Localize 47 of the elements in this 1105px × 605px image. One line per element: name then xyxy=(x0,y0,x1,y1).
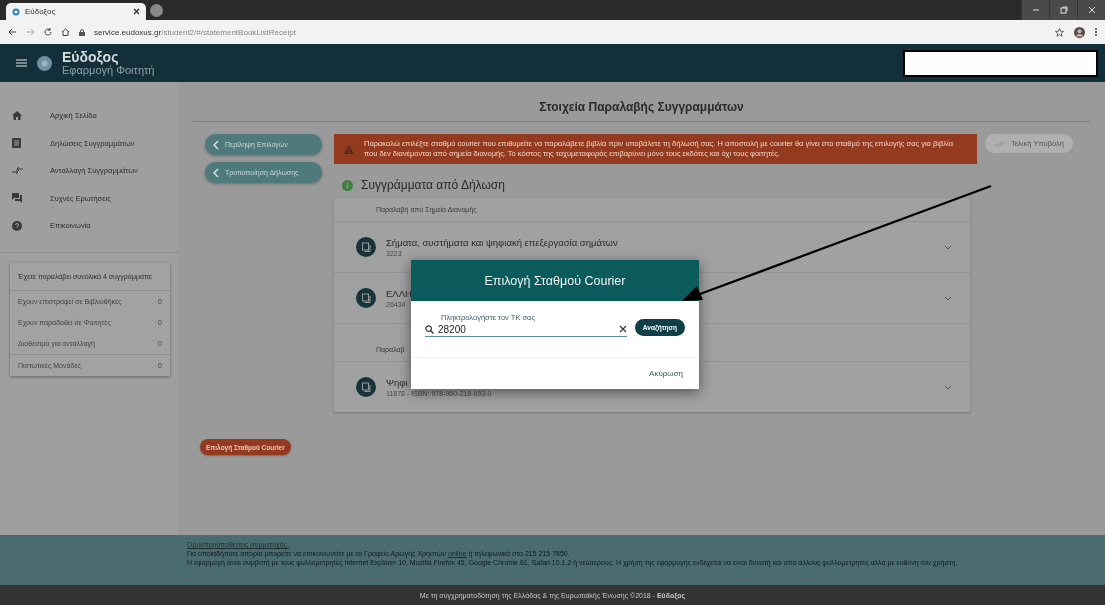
star-icon[interactable] xyxy=(1055,27,1064,37)
book-icon xyxy=(356,237,376,257)
postal-code-field[interactable]: 28200 xyxy=(438,323,615,335)
search-icon xyxy=(425,324,434,334)
logo-icon xyxy=(37,55,52,71)
chevron-down-icon[interactable] xyxy=(944,244,952,250)
back-icon[interactable] xyxy=(8,28,17,36)
lock-icon xyxy=(79,28,85,36)
app-subtitle: Εφαρμογή Φοιτητή xyxy=(62,64,155,76)
reload-icon[interactable] xyxy=(44,28,52,36)
document-list-icon xyxy=(12,138,21,149)
close-icon xyxy=(1087,6,1096,14)
browser-tab[interactable]: Εύδοξος xyxy=(6,3,146,20)
book-title: Ψηφι xyxy=(386,377,408,388)
swap-arrows-icon xyxy=(12,167,23,175)
home-icon xyxy=(12,111,22,121)
book-title: ΕΛΛΗ xyxy=(386,288,412,299)
close-window-button[interactable] xyxy=(1077,0,1105,20)
minimize-button[interactable] xyxy=(1021,0,1049,20)
avatar-icon[interactable] xyxy=(1074,26,1085,38)
url-field[interactable]: service.eudoxus.gr/student2/#/statementBookListReceipt xyxy=(94,27,296,37)
book-icon xyxy=(356,377,376,397)
chat-icon xyxy=(12,193,22,204)
restore-icon xyxy=(1059,6,1068,14)
chevron-down-icon[interactable] xyxy=(944,384,952,390)
cancel-button[interactable]: Ακύρωση xyxy=(647,367,685,380)
close-icon[interactable] xyxy=(133,8,140,15)
app-title: Εύδοξος xyxy=(62,50,119,64)
restore-button[interactable] xyxy=(1049,0,1077,20)
menu-icon[interactable] xyxy=(16,59,27,67)
site-favicon-icon xyxy=(12,7,20,16)
book-icon xyxy=(356,288,376,308)
section-title: Συγγράμματα από Δήλωση xyxy=(361,178,505,192)
book-title: Σήματα, συστήματα και ψηφιακή επεξεργασία σημάτων xyxy=(386,237,618,248)
home-icon[interactable] xyxy=(61,28,70,36)
new-tab-button[interactable] xyxy=(150,4,163,17)
info-icon xyxy=(342,179,353,191)
chevron-left-icon xyxy=(213,139,219,150)
chevron-down-icon[interactable] xyxy=(944,295,952,301)
double-check-icon xyxy=(994,140,1006,147)
chevron-left-icon xyxy=(213,167,219,178)
warning-icon xyxy=(344,144,354,154)
page-title: Στοιχεία Παραλαβής Συγγραμμάτων xyxy=(193,100,1090,122)
clear-icon[interactable] xyxy=(618,325,627,333)
help-icon xyxy=(12,220,22,231)
minimize-icon xyxy=(1031,6,1040,14)
dialog-title: Επιλογή Σταθμού Courier xyxy=(484,273,626,288)
